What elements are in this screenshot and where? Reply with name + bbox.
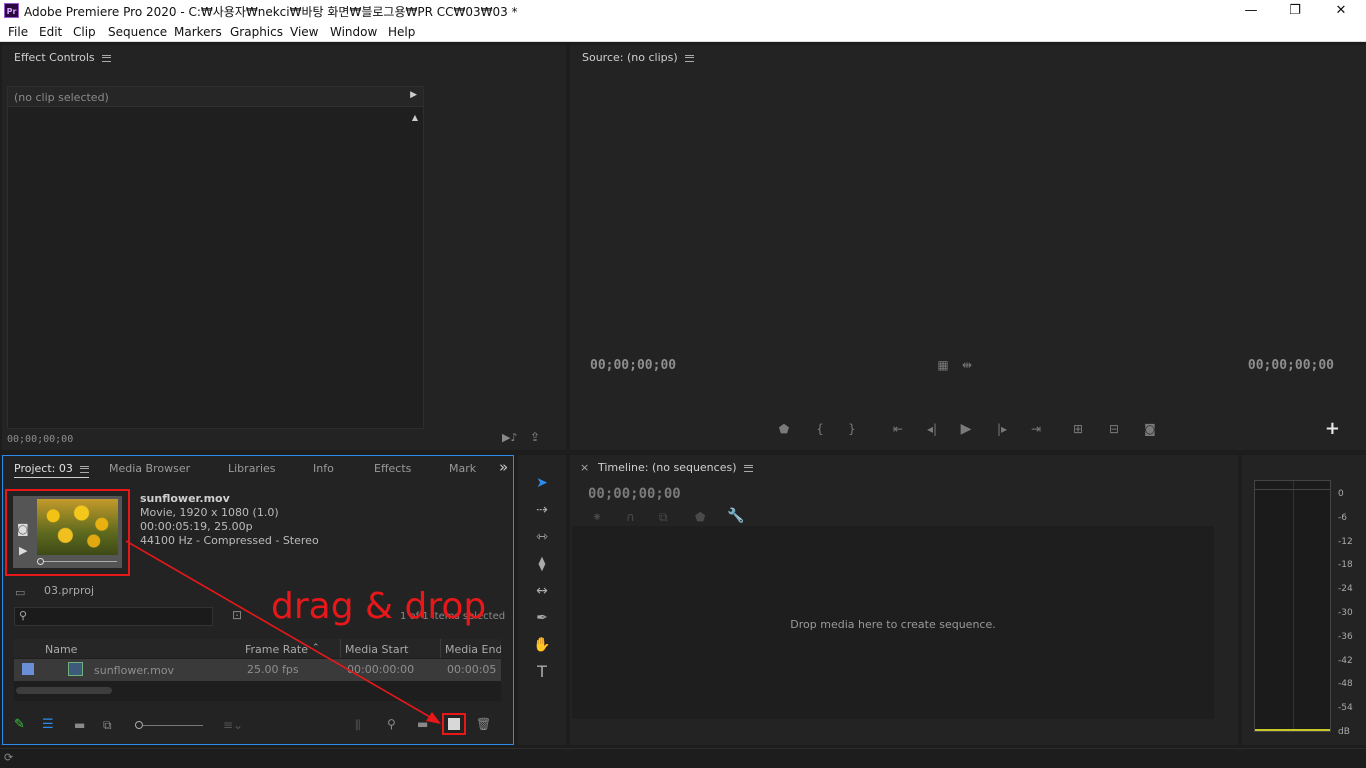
drag-and-drop-annotation: drag & drop: [271, 586, 487, 627]
drag-arrow-head: [426, 712, 441, 724]
drag-arrow-line: [125, 540, 431, 718]
annotation-overlay: [125, 540, 441, 724]
